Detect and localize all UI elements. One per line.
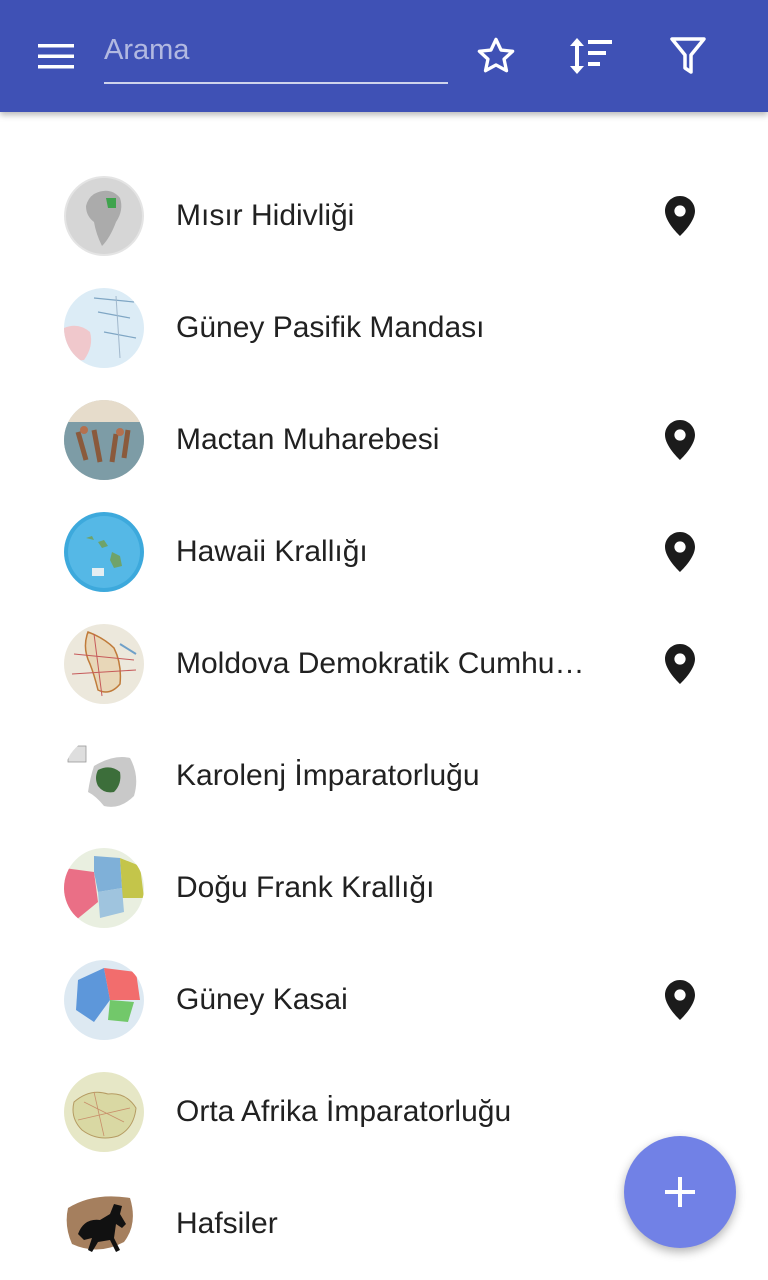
- list-item[interactable]: Hawaii Krallığı: [0, 496, 768, 608]
- item-thumbnail: [64, 288, 144, 368]
- menu-button[interactable]: [24, 24, 88, 88]
- item-thumbnail: [64, 400, 144, 480]
- item-thumbnail: [64, 1184, 144, 1264]
- search-field: [104, 24, 448, 84]
- sort-icon: [570, 38, 612, 74]
- item-label: Hawaii Krallığı: [176, 535, 368, 568]
- item-thumbnail: [64, 848, 144, 928]
- item-label: Karolenj İmparatorluğu: [176, 759, 480, 792]
- filter-icon: [670, 37, 706, 74]
- item-label: Orta Afrika İmparatorluğu: [176, 1095, 512, 1128]
- star-outline-icon: [477, 37, 515, 73]
- menu-icon: [38, 44, 74, 69]
- item-list: Mısır Hidivliği Güney Pasifik Mandası Ma…: [0, 160, 768, 1280]
- filter-button[interactable]: [656, 24, 720, 88]
- location-pin-icon[interactable]: [660, 420, 700, 460]
- item-label: Güney Kasai: [176, 983, 348, 1016]
- list-item[interactable]: Moldova Demokratik Cumhuriyeti: [0, 608, 768, 720]
- location-pin-icon[interactable]: [660, 980, 700, 1020]
- plus-icon: [665, 1177, 695, 1207]
- list-item[interactable]: Güney Kasai: [0, 944, 768, 1056]
- item-label: Güney Pasifik Mandası: [176, 311, 485, 344]
- list-item[interactable]: Karolenj İmparatorluğu: [0, 720, 768, 832]
- item-label: Moldova Demokratik Cumhuriyeti: [176, 647, 586, 680]
- item-thumbnail: [64, 176, 144, 256]
- item-label: Doğu Frank Krallığı: [176, 871, 435, 904]
- add-button[interactable]: [624, 1136, 736, 1248]
- item-label: Mactan Muharebesi: [176, 423, 440, 456]
- favorites-button[interactable]: [464, 24, 528, 88]
- item-thumbnail: [64, 512, 144, 592]
- list-item[interactable]: Doğu Frank Krallığı: [0, 832, 768, 944]
- list-item[interactable]: Mısır Hidivliği: [0, 160, 768, 272]
- sort-button[interactable]: [560, 24, 624, 88]
- app-bar: [0, 0, 768, 112]
- item-thumbnail: [64, 1072, 144, 1152]
- list-item[interactable]: Mactan Muharebesi: [0, 384, 768, 496]
- list-item[interactable]: Güney Pasifik Mandası: [0, 272, 768, 384]
- item-thumbnail: [64, 736, 144, 816]
- search-input[interactable]: [104, 24, 448, 82]
- item-thumbnail: [64, 624, 144, 704]
- item-label: Hafsiler: [176, 1207, 278, 1240]
- item-thumbnail: [64, 960, 144, 1040]
- location-pin-icon[interactable]: [660, 644, 700, 684]
- location-pin-icon[interactable]: [660, 196, 700, 236]
- location-pin-icon[interactable]: [660, 532, 700, 572]
- item-label: Mısır Hidivliği: [176, 199, 355, 232]
